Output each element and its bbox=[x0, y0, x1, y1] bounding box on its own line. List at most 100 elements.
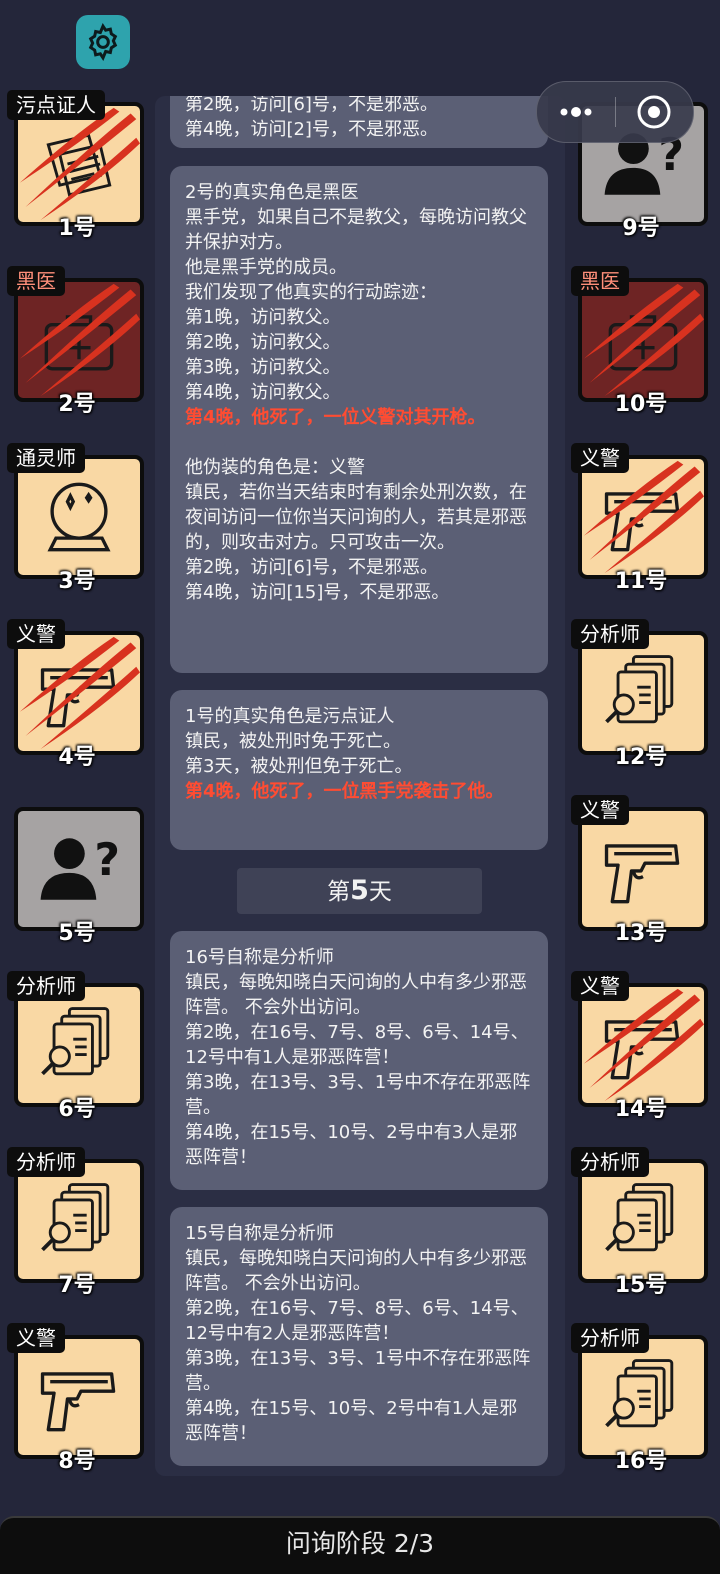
log-line: 我们发现了他真实的行动踪迹： bbox=[185, 282, 437, 303]
unknown-person-icon: ? bbox=[40, 835, 120, 900]
log-line: 他是黑手党的成员。 bbox=[185, 257, 347, 278]
player-card[interactable]: 分析师 16号 bbox=[571, 1323, 711, 1474]
log-line: 镇民，若你当天结束时有剩余处刑次数，在夜间访问一位你当天问询的人，若其是邪恶的，… bbox=[185, 482, 527, 553]
player-portrait bbox=[578, 807, 708, 931]
player-number: 7号 bbox=[58, 1273, 96, 1298]
role-tag: 义警 bbox=[7, 619, 65, 649]
phase-label: 问询阶段 2/3 bbox=[285, 1529, 435, 1558]
phase-footer: 问询阶段 2/3 bbox=[0, 1516, 720, 1574]
role-tag: 黑医 bbox=[7, 266, 65, 296]
player-card[interactable]: 黑医 2号 bbox=[7, 266, 147, 417]
role-tag: 义警 bbox=[571, 443, 629, 473]
documents-search-icon bbox=[41, 1183, 110, 1252]
gear-icon bbox=[88, 23, 118, 61]
log-entry-player-16: 16号自称是分析师镇民，每晚知晓白天问询的人中有多少邪恶阵营。 不会外出访问。第… bbox=[170, 931, 548, 1190]
role-tag: 分析师 bbox=[7, 971, 85, 1001]
log-line: 他伪装的角色是：义警 bbox=[185, 457, 365, 478]
player-number: 11号 bbox=[614, 569, 668, 594]
log-line: 第3晚，在13号、3号、1号中不存在邪恶阵营。 bbox=[185, 1072, 531, 1118]
log-line: 2号的真实角色是黑医 bbox=[185, 182, 359, 203]
close-miniprogram-button[interactable] bbox=[616, 82, 694, 142]
player-card[interactable]: 分析师 15号 bbox=[571, 1147, 711, 1298]
player-card[interactable]: ? 5号 bbox=[7, 795, 147, 946]
log-line: 镇民，被处刑时免于死亡。 bbox=[185, 731, 401, 752]
player-card[interactable]: 通灵师 3号 bbox=[7, 443, 147, 594]
target-close-icon bbox=[637, 95, 671, 129]
player-card[interactable]: 义警 11号 bbox=[571, 443, 711, 594]
player-number: 15号 bbox=[614, 1273, 668, 1298]
role-tag: 黑医 bbox=[571, 266, 629, 296]
documents-search-icon bbox=[41, 1007, 110, 1076]
log-line: 第3晚，在13号、3号、1号中不存在邪恶阵营。 bbox=[185, 1348, 531, 1394]
player-card[interactable]: 分析师 12号 bbox=[571, 619, 711, 770]
player-portrait bbox=[14, 1335, 144, 1459]
player-card[interactable]: 义警 4号 bbox=[7, 619, 147, 770]
player-number: 12号 bbox=[614, 745, 668, 770]
role-tag: 义警 bbox=[7, 1323, 65, 1353]
player-card[interactable]: 义警 8号 bbox=[7, 1323, 147, 1474]
death-event-line: 第4晚，他死了，一位义警对其开枪。 bbox=[185, 407, 486, 428]
game-log-panel[interactable]: 第2晚，访问[6]号，不是邪恶。 第4晚，访问[2]号，不是邪恶。 2号的真实角… bbox=[155, 96, 565, 1476]
player-number: 10号 bbox=[614, 392, 668, 417]
player-number: 2号 bbox=[58, 392, 96, 417]
role-tag: 污点证人 bbox=[7, 90, 105, 120]
pistol-icon bbox=[40, 1372, 116, 1432]
player-number: 1号 bbox=[58, 216, 96, 241]
death-event-line: 第4晚，他死了，一位黑手党袭击了他。 bbox=[185, 781, 504, 802]
claw-slash-icon bbox=[583, 460, 704, 574]
log-line: 第2晚，在16号、7号、8号、6号、14号、12号中有1人是邪恶阵营！ bbox=[185, 1022, 529, 1068]
mini-program-capsule bbox=[536, 81, 694, 143]
log-entry-player-2: 2号的真实角色是黑医 黑手党，如果自己不是教父，每晚访问教父并保护对方。 他是黑手党… bbox=[170, 166, 548, 673]
log-line: 第3天，被处刑但免于死亡。 bbox=[185, 756, 413, 777]
player-portrait bbox=[14, 631, 144, 755]
player-portrait bbox=[14, 1159, 144, 1283]
claw-slash-icon bbox=[19, 107, 140, 221]
crystal-ball-icon bbox=[47, 482, 111, 552]
player-portrait bbox=[14, 983, 144, 1107]
log-line: 第4晚，访问[2]号，不是邪恶。 bbox=[185, 119, 438, 140]
role-tag: 分析师 bbox=[571, 1323, 649, 1353]
player-portrait bbox=[14, 278, 144, 402]
log-line: 第2晚，访问教父。 bbox=[185, 332, 341, 353]
player-card[interactable]: 污点证人 1号 bbox=[7, 90, 147, 241]
player-portrait bbox=[578, 631, 708, 755]
player-portrait bbox=[14, 102, 144, 226]
log-line: 镇民，每晚知晓白天问询的人中有多少邪恶阵营。 不会外出访问。 bbox=[185, 972, 527, 1018]
player-portrait bbox=[578, 1159, 708, 1283]
log-line: 第4晚，在15号、10号、2号中有1人是邪恶阵营！ bbox=[185, 1398, 518, 1444]
log-line: 第2晚，在16号、7号、8号、6号、14号、12号中有2人是邪恶阵营！ bbox=[185, 1298, 529, 1344]
log-line: 第4晚，访问[15]号，不是邪恶。 bbox=[185, 582, 450, 603]
role-tag: 分析师 bbox=[571, 1147, 649, 1177]
player-card[interactable]: 黑医 10号 bbox=[571, 266, 711, 417]
log-line: 16号自称是分析师 bbox=[185, 947, 334, 968]
player-portrait bbox=[578, 1335, 708, 1459]
more-dots-icon bbox=[560, 107, 592, 117]
player-number: 16号 bbox=[614, 1449, 668, 1474]
more-button[interactable] bbox=[537, 82, 615, 142]
player-number: 8号 bbox=[58, 1449, 96, 1474]
claw-slash-icon bbox=[19, 636, 140, 750]
log-line: 第4晚，访问教父。 bbox=[185, 382, 341, 403]
documents-search-icon bbox=[605, 655, 674, 724]
log-line: 第1晚，访问教父。 bbox=[185, 307, 341, 328]
log-entry-player-15: 15号自称是分析师 镇民，每晚知晓白天问询的人中有多少邪恶阵营。 不会外出访问。第… bbox=[170, 1207, 548, 1466]
log-entry-player-1: 1号的真实角色是污点证人 镇民，被处刑时免于死亡。 第3天，被处刑但免于死亡。第4晚… bbox=[170, 690, 548, 850]
claw-slash-icon bbox=[583, 988, 704, 1102]
pistol-icon bbox=[604, 844, 680, 904]
log-line: 第4晚，在15号、10号、2号中有3人是邪恶阵营！ bbox=[185, 1122, 518, 1168]
player-card[interactable]: 分析师 7号 bbox=[7, 1147, 147, 1298]
player-portrait bbox=[578, 455, 708, 579]
settings-button[interactable] bbox=[76, 15, 130, 69]
claw-slash-icon bbox=[19, 283, 140, 397]
player-card[interactable]: 义警 13号 bbox=[571, 795, 711, 946]
player-number: 9号 bbox=[622, 216, 660, 241]
log-line: 第3晚，访问教父。 bbox=[185, 357, 341, 378]
player-card[interactable]: 义警 14号 bbox=[571, 971, 711, 1122]
player-portrait bbox=[14, 455, 144, 579]
log-line: 第2晚，访问[6]号，不是邪恶。 bbox=[185, 96, 438, 115]
documents-search-icon bbox=[605, 1183, 674, 1252]
player-number: 5号 bbox=[58, 921, 96, 946]
log-line: 1号的真实角色是污点证人 bbox=[185, 706, 395, 727]
player-card[interactable]: 分析师 6号 bbox=[7, 971, 147, 1122]
